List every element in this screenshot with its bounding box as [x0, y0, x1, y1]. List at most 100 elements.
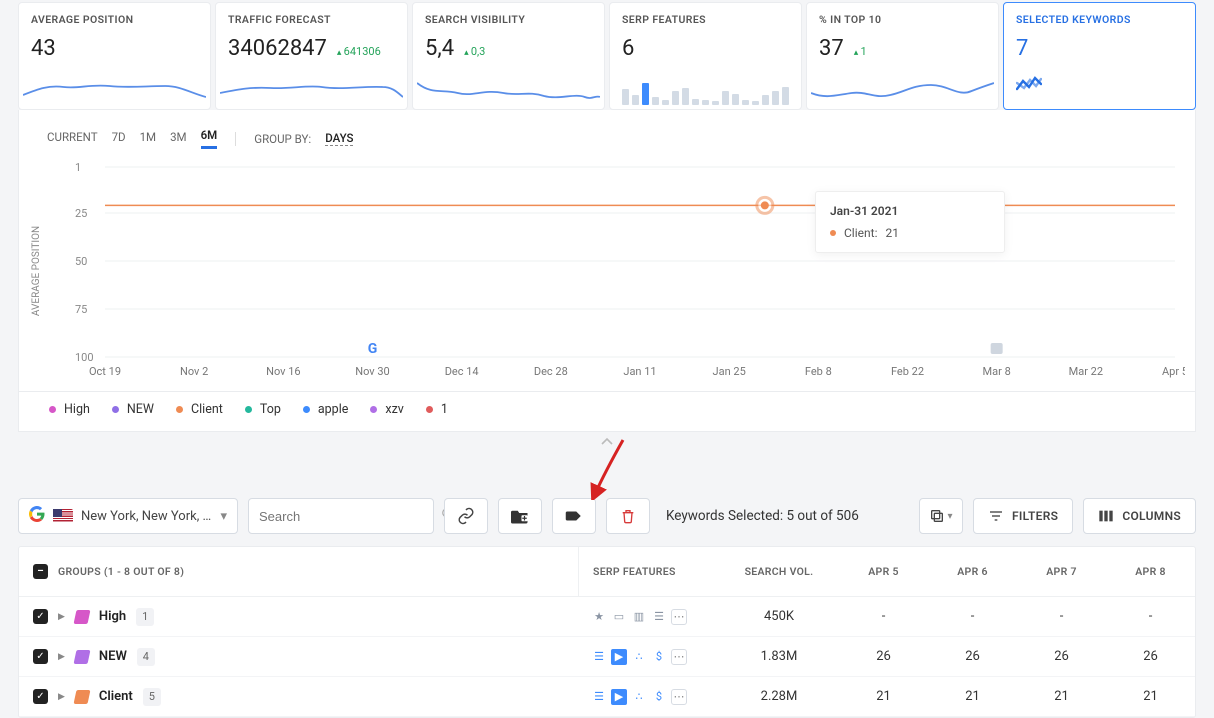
row-label: Client [99, 689, 133, 704]
col-date-3[interactable]: APR 8 [1106, 565, 1195, 578]
row-count-badge: 5 [143, 688, 161, 706]
row-volume: 450K [719, 609, 839, 624]
chart-legend: High NEW Client Top apple xzv 1 [18, 392, 1196, 432]
chart-toolbar: CURRENT 7D 1M 3M 6M GROUP BY: DAYS [18, 110, 1196, 155]
svg-text:Apr 5: Apr 5 [1162, 365, 1185, 378]
groupby-label: GROUP BY: [254, 132, 311, 146]
svg-text:75: 75 [75, 303, 87, 316]
legend-dot-icon [245, 406, 252, 413]
legend-item[interactable]: Client [176, 402, 223, 417]
search-input[interactable] [259, 509, 435, 524]
sparkline [220, 75, 403, 105]
row-checkbox[interactable] [33, 689, 48, 704]
svg-text:Dec 28: Dec 28 [534, 365, 568, 378]
chevron-down-icon: ▾ [220, 509, 227, 524]
legend-item[interactable]: xzv [370, 402, 403, 417]
row-checkbox[interactable] [33, 649, 48, 664]
table-controls: New York, New York, … ▾ Keywords Selecte… [0, 498, 1214, 546]
row-date-cell: - [839, 609, 928, 624]
legend-label: xzv [385, 402, 403, 417]
metric-card-serp[interactable]: SERP FEATURES 6 [609, 2, 802, 110]
col-date-0[interactable]: APR 5 [839, 565, 928, 578]
metric-card-traffic[interactable]: TRAFFIC FORECAST 34062847 641306 [215, 2, 408, 110]
legend-dot-icon [426, 406, 433, 413]
svg-text:100: 100 [75, 351, 94, 364]
tag-color-icon [73, 690, 90, 704]
metric-card-selected-keywords[interactable]: SELECTED KEYWORDS 7 [1003, 2, 1196, 110]
delete-button[interactable] [606, 498, 650, 534]
col-serp-label: SERP FEATURES [579, 565, 719, 578]
svg-text:1: 1 [75, 161, 81, 174]
row-checkbox[interactable] [33, 609, 48, 624]
table-row[interactable]: ▶High1★▭▥☰⋯450K---- [19, 597, 1195, 637]
location-picker[interactable]: New York, New York, … ▾ [18, 498, 238, 534]
metric-value: 37 [819, 36, 844, 61]
serp-ads-icon: $ [651, 689, 667, 705]
range-tab-3m[interactable]: 3M [170, 130, 187, 148]
legend-item[interactable]: apple [303, 402, 349, 417]
row-date-cell: 21 [1017, 689, 1106, 704]
serp-more-button[interactable]: ⋯ [671, 689, 687, 705]
col-date-2[interactable]: APR 7 [1017, 565, 1106, 578]
filters-label: FILTERS [1012, 509, 1058, 523]
select-all-checkbox[interactable] [33, 564, 48, 579]
range-tab-current[interactable]: CURRENT [47, 130, 98, 148]
legend-label: apple [318, 402, 349, 417]
expand-caret-icon[interactable]: ▶ [58, 612, 65, 622]
serp-star-icon: ★ [591, 609, 607, 625]
collapse-chart-toggle[interactable] [0, 432, 1214, 468]
bar-sparkline [614, 75, 797, 105]
svg-text:50: 50 [75, 255, 87, 268]
metric-value: 34062847 [228, 36, 327, 61]
link-button[interactable] [444, 498, 488, 534]
serp-ads-icon: $ [651, 649, 667, 665]
metric-card-top10[interactable]: % IN TOP 10 37 1 [806, 2, 999, 110]
range-tab-6m[interactable]: 6M [201, 128, 218, 149]
columns-button[interactable]: COLUMNS [1083, 498, 1196, 534]
metric-card-avg-position[interactable]: AVERAGE POSITION 43 [18, 2, 211, 110]
google-icon [29, 506, 45, 526]
table-header: GROUPS (1 - 8 OUT OF 8) SERP FEATURES SE… [19, 547, 1195, 597]
svg-text:Mar 22: Mar 22 [1069, 365, 1103, 378]
metric-title: AVERAGE POSITION [31, 13, 198, 26]
metric-delta: 0,3 [464, 45, 485, 58]
legend-item[interactable]: Top [245, 402, 281, 417]
add-to-folder-button[interactable] [498, 498, 542, 534]
svg-text:Jan 25: Jan 25 [713, 365, 746, 378]
metric-card-visibility[interactable]: SEARCH VISIBILITY 5,4 0,3 [412, 2, 605, 110]
range-tab-1m[interactable]: 1M [140, 130, 157, 148]
chart-tooltip: Jan-31 2021 Client: 21 [815, 191, 1005, 253]
filters-button[interactable]: FILTERS [973, 498, 1073, 534]
legend-item[interactable]: 1 [426, 402, 448, 417]
legend-label: Client [191, 402, 223, 417]
tooltip-series-value: 21 [885, 226, 899, 240]
tag-button[interactable] [552, 498, 596, 534]
metric-value: 43 [31, 36, 56, 61]
sparkline [417, 75, 600, 105]
sparkline [811, 75, 994, 105]
metric-title: SEARCH VISIBILITY [425, 13, 592, 26]
search-input-wrap[interactable] [248, 498, 434, 534]
copy-dropdown[interactable]: ▾ [919, 498, 963, 534]
legend-item[interactable]: High [49, 402, 90, 417]
serp-more-button[interactable]: ⋯ [671, 649, 687, 665]
legend-label: 1 [441, 402, 448, 417]
serp-more-button[interactable]: ⋯ [671, 609, 687, 625]
serp-featured-icon: ☰ [591, 649, 607, 665]
main-chart[interactable]: 1255075100AVERAGE POSITIONOct 19Nov 2Nov… [18, 155, 1196, 392]
legend-item[interactable]: NEW [112, 402, 154, 417]
table-row[interactable]: ▶NEW4☰▶∴$⋯1.83M26262626 [19, 637, 1195, 677]
col-date-1[interactable]: APR 6 [928, 565, 1017, 578]
metric-delta: 1 [854, 45, 867, 58]
serp-video-icon: ▶ [611, 689, 627, 705]
groupby-dropdown[interactable]: DAYS [325, 131, 353, 146]
tooltip-series-name: Client: [844, 226, 877, 240]
range-tab-7d[interactable]: 7D [112, 130, 126, 148]
expand-caret-icon[interactable]: ▶ [58, 692, 65, 702]
row-date-cell: - [1106, 609, 1195, 624]
serp-pack-icon: ▥ [631, 609, 647, 625]
expand-caret-icon[interactable]: ▶ [58, 652, 65, 662]
svg-text:Oct 19: Oct 19 [89, 365, 121, 378]
serp-featured-icon: ☰ [591, 689, 607, 705]
table-row[interactable]: ▶Client5☰▶∴$⋯2.28M21212121 [19, 677, 1195, 717]
